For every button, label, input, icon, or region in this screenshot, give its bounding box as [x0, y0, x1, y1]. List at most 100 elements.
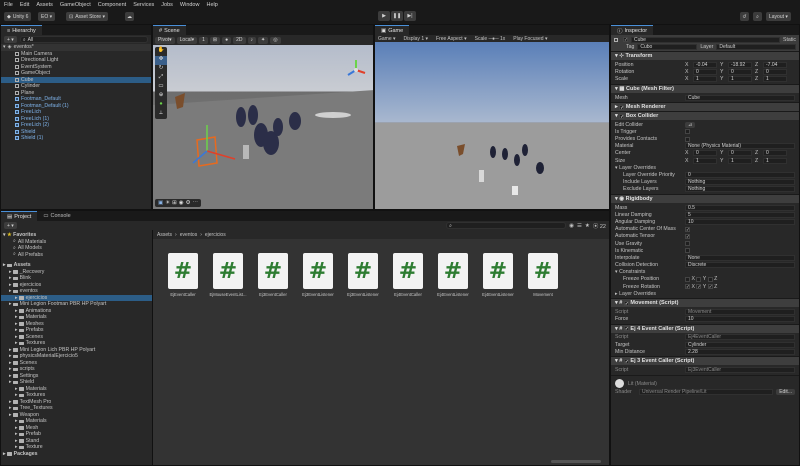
effects-button[interactable]: ✦: [258, 36, 269, 44]
expand-arrow-icon[interactable]: ▸: [15, 327, 18, 333]
active-checkbox[interactable]: ✓: [623, 37, 628, 43]
tab-hierarchy[interactable]: ≡ Hierarchy: [1, 25, 42, 35]
menu-item-jobs[interactable]: Jobs: [161, 2, 173, 8]
ruler-tool-icon[interactable]: ⟂: [155, 110, 167, 119]
tab-scene[interactable]: # Scene: [153, 25, 186, 35]
material-name-row[interactable]: Lit (Material): [615, 379, 795, 389]
play-mode-dropdown[interactable]: Play Focused ▾: [513, 36, 547, 42]
expand-arrow-icon[interactable]: ▸: [3, 451, 6, 457]
expand-arrow-icon[interactable]: ▸: [3, 262, 6, 268]
menu-item-assets[interactable]: Assets: [36, 2, 53, 8]
menu-item-gameobject[interactable]: GameObject: [60, 2, 91, 8]
hierarchy-add-button[interactable]: + ▾: [4, 36, 17, 43]
expand-arrow-icon[interactable]: ▸: [15, 431, 18, 437]
filter-icon[interactable]: ☰: [577, 223, 582, 229]
game-viewport[interactable]: [375, 42, 609, 209]
expand-arrow-icon[interactable]: ▸: [9, 282, 12, 288]
history-icon[interactable]: ↺: [740, 12, 749, 21]
material-field[interactable]: None (Physics Material): [685, 143, 795, 150]
expand-arrow-icon[interactable]: ▸: [9, 275, 12, 281]
script-asset[interactable]: # EjEventCaller: [165, 253, 201, 297]
menu-item-file[interactable]: File: [4, 2, 13, 8]
movement-header[interactable]: ▾ # ✓ Movement (Script): [611, 298, 799, 308]
expand-arrow-icon[interactable]: ▸: [9, 360, 12, 366]
eye-icon[interactable]: ◉: [569, 223, 574, 229]
size-z-field[interactable]: 1: [763, 157, 787, 164]
mesh-renderer-header[interactable]: ▸ ✓ Mesh Renderer: [611, 102, 799, 112]
expand-arrow-icon[interactable]: ▸: [15, 295, 18, 301]
transform-z-field[interactable]: -7.04: [763, 61, 787, 68]
force-field[interactable]: 10: [685, 316, 795, 323]
size-y-field[interactable]: 1: [728, 157, 752, 164]
script-asset[interactable]: # Ej4EventListener: [435, 253, 471, 297]
expand-arrow-icon[interactable]: ▸: [9, 366, 12, 372]
step-button[interactable]: ▶|: [404, 11, 416, 21]
star-icon[interactable]: ★: [585, 223, 590, 229]
project-add-button[interactable]: + ▾: [4, 222, 17, 229]
shader-edit-button[interactable]: Edit...: [776, 389, 795, 396]
tab-inspector[interactable]: ⓘ Inspector: [611, 25, 654, 35]
camera-settings-icon[interactable]: ⚙: [186, 200, 191, 206]
unity-version-button[interactable]: ◆ Unity 6: [4, 12, 32, 21]
icon-size-slider[interactable]: [551, 460, 601, 463]
scale-tool-icon[interactable]: ⤢: [155, 74, 167, 83]
expand-arrow-icon[interactable]: ▸: [9, 379, 12, 385]
mesh-filter-header[interactable]: ▾ ▦ Cube (Mesh Filter): [611, 83, 799, 93]
expand-arrow-icon[interactable]: ▸: [9, 301, 12, 307]
menu-item-edit[interactable]: Edit: [20, 2, 29, 8]
edit-collider-button[interactable]: ⊿: [685, 121, 696, 128]
scene-viewport[interactable]: ✋ ✥ ↻ ⤢ ▭ ⊕ ● ⟂ ▣ ☀ ⊞ ◉ ⚙ ⋯: [153, 45, 373, 209]
hierarchy-item[interactable]: Shield (1): [1, 135, 151, 142]
display-dropdown[interactable]: Display 1 ▾: [404, 36, 428, 42]
center-x-field[interactable]: 0: [693, 150, 717, 157]
transform-y-field[interactable]: 0: [728, 69, 752, 76]
rigidbody-checkbox[interactable]: ✓: [685, 226, 690, 232]
expand-arrow-icon[interactable]: ▸: [9, 373, 12, 379]
transform-header[interactable]: ▾ ⊹ Transform: [611, 51, 799, 61]
layer-dropdown[interactable]: Default: [716, 43, 796, 50]
center-z-field[interactable]: 0: [763, 150, 787, 157]
size-x-field[interactable]: 1: [693, 157, 717, 164]
audio-button[interactable]: ♪: [247, 36, 257, 44]
play-button[interactable]: ▶: [378, 11, 390, 21]
constraints-row[interactable]: ▾ Constraints: [615, 269, 795, 276]
script-asset[interactable]: # EjMouseEventList...: [209, 253, 247, 297]
min-distance-field[interactable]: 2.28: [685, 348, 795, 355]
account-button[interactable]: EO ▾: [38, 12, 56, 21]
search-icon[interactable]: ⌕: [753, 12, 762, 21]
rigidbody-checkbox[interactable]: [685, 248, 690, 254]
provides-contacts-checkbox[interactable]: [685, 136, 690, 142]
breadcrumb-eventos[interactable]: eventos: [180, 232, 198, 238]
static-toggle[interactable]: Static: [783, 37, 796, 43]
shader-dropdown[interactable]: Universal Render Pipeline/Lit: [639, 389, 774, 396]
folder-tree-item[interactable]: ▸ Packages: [1, 451, 152, 458]
box-collider-checkbox[interactable]: ✓: [619, 113, 625, 119]
mode-2d-button[interactable]: 2D: [233, 36, 246, 44]
pause-button[interactable]: ❚❚: [391, 11, 403, 21]
rigidbody-header[interactable]: ▾ ◉ Rigidbody: [611, 194, 799, 203]
hierarchy-search-input[interactable]: ⌕ All: [19, 36, 148, 43]
transform-z-field[interactable]: 0: [763, 69, 787, 76]
move-tool-icon[interactable]: ✥: [155, 56, 167, 65]
menu-item-help[interactable]: Help: [206, 2, 217, 8]
rigidbody-field[interactable]: 5: [685, 211, 795, 218]
aspect-dropdown[interactable]: Free Aspect ▾: [436, 36, 467, 42]
asset-store-button[interactable]: ⊡ Asset Store ▾: [66, 12, 108, 21]
target-field[interactable]: Cylinder: [685, 341, 795, 348]
tab-project[interactable]: ▤ Project: [1, 211, 38, 221]
expand-arrow-icon[interactable]: ▸: [15, 340, 18, 346]
overlay-menu-icon[interactable]: ⋯: [193, 200, 199, 206]
transform-x-field[interactable]: 0: [693, 69, 717, 76]
transform-x-field[interactable]: -0.04: [693, 61, 717, 68]
box-collider-header[interactable]: ▾ ✓ Box Collider: [611, 111, 799, 121]
layout-dropdown[interactable]: Layout ▾: [766, 12, 791, 21]
transform-tool-icon[interactable]: ⊕: [155, 92, 167, 101]
transform-y-field[interactable]: -18.92: [728, 61, 752, 68]
freeze-rot-z-checkbox[interactable]: ✓: [707, 284, 713, 290]
expand-arrow-icon[interactable]: ▸: [15, 438, 18, 444]
expand-arrow-icon[interactable]: ▸: [9, 353, 12, 359]
expand-arrow-icon[interactable]: ▸: [9, 269, 12, 275]
collision-detection-dropdown[interactable]: Discrete: [685, 262, 795, 269]
script-asset[interactable]: # Ej3EventCaller: [255, 253, 291, 297]
grid-snap-icon[interactable]: ⊞: [172, 200, 177, 206]
